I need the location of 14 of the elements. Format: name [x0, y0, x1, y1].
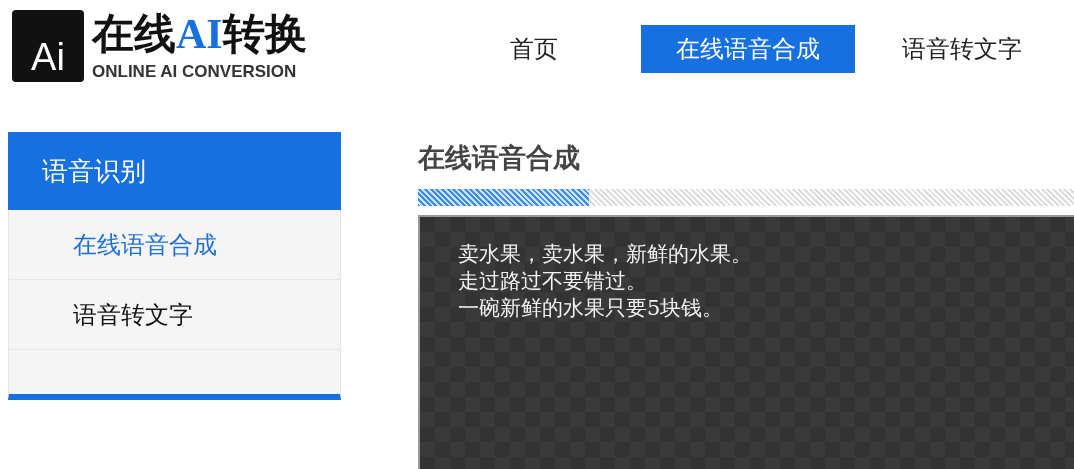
- nav-tab[interactable]: 语音转文字: [854, 25, 1069, 73]
- text-line: 卖水果，卖水果，新鲜的水果。: [458, 240, 752, 268]
- text-input-field[interactable]: 卖水果，卖水果，新鲜的水果。 走过路过不要错过。 一碗新鲜的水果只要5块钱。: [418, 214, 1074, 469]
- sidebar-header: 语音识别: [8, 132, 341, 210]
- page-title: 在线语音合成: [418, 142, 581, 175]
- nav-tab[interactable]: 首页: [426, 25, 641, 73]
- text-line: 一碗新鲜的水果只要5块钱。: [458, 294, 724, 322]
- sidebar-item[interactable]: 语音转文字: [8, 280, 341, 350]
- sidebar-item[interactable]: 在线语音合成: [8, 210, 341, 280]
- text-line: 走过路过不要错过。: [458, 267, 647, 295]
- logo-mark: Ai: [12, 10, 84, 82]
- logo-subtitle: ONLINE AI CONVERSION: [92, 62, 298, 80]
- logo-title: 在线AI转换: [92, 12, 307, 55]
- nav-tab[interactable]: 在线语音合成: [640, 25, 855, 73]
